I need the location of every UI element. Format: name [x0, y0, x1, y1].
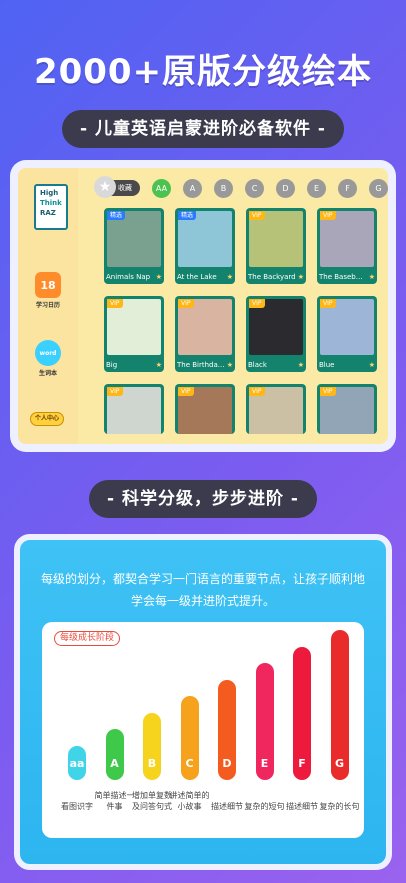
wordbook-icon: word	[35, 340, 61, 366]
level-tab-a[interactable]: A	[183, 178, 202, 198]
book-card[interactable]: VIP	[175, 384, 235, 434]
level-tab-f[interactable]: F	[338, 178, 357, 198]
star-icon: ★	[155, 273, 162, 281]
subtitle-badge-1: - 儿童英语启蒙进阶必备软件 -	[62, 110, 344, 148]
star-icon: ★	[368, 273, 375, 281]
calendar-label: 学习日历	[35, 302, 60, 309]
bar-description: 简单描述一件事	[94, 791, 135, 811]
vip-badge: VIP	[320, 299, 336, 308]
logo-line-2: Think	[40, 199, 62, 207]
book-card[interactable]: 精选 At the Lake ★	[175, 208, 235, 284]
book-card[interactable]: VIP	[104, 384, 164, 434]
bar-letter: C	[185, 757, 194, 770]
bar-d: D	[218, 679, 236, 780]
bar-aa: aa	[68, 746, 86, 780]
book-card[interactable]: VIP The Birthda... ★	[175, 296, 235, 372]
bar-description: 讲述简单的小故事	[169, 791, 210, 811]
bar-letter: B	[147, 757, 157, 770]
book-grid: 精选 Animals Nap ★ 精选 At the Lake ★ VIP The Backy…	[104, 208, 388, 434]
bar-description: 描述细节	[286, 802, 318, 811]
star-icon: ★	[226, 273, 233, 281]
book-title: Black	[248, 361, 267, 369]
level-tabs: AA A B C D E F G	[140, 178, 388, 198]
bar-letter: G	[334, 757, 345, 770]
level-tab-c[interactable]: C	[245, 178, 264, 198]
subtitle-badge-2: - 科学分级，步步进阶 -	[89, 480, 317, 518]
bar-c: C	[180, 696, 199, 780]
level-chart-card: 每级成长阶段 aa 看图识字 A 简单描述一件事 B 增加单复数及问答句式 C 讲述简单的小故…	[42, 622, 364, 838]
level-tab-b[interactable]: B	[214, 178, 233, 198]
star-icon: ★	[226, 361, 233, 369]
levels-panel: 每级的划分，都契合学习一门语言的重要节点，让孩子顺利地学会每一级并进阶式提升。 …	[14, 534, 392, 870]
level-bar: ★ 收藏 AA A B C D E F G	[94, 176, 388, 198]
book-card[interactable]: VIP The Baseball... ★	[317, 208, 377, 284]
book-title: Animals Nap	[106, 273, 151, 281]
logo-line-1: High	[40, 189, 59, 197]
bar-description: 看图识字	[61, 802, 93, 811]
bar-b: B	[143, 712, 161, 780]
book-card[interactable]: VIP	[246, 384, 306, 434]
level-tab-g[interactable]: G	[369, 178, 388, 198]
vip-badge: VIP	[107, 299, 123, 308]
bar-letter: D	[222, 757, 232, 770]
book-card[interactable]: VIP Black ★	[246, 296, 306, 372]
app-logo: High Think RAZ	[34, 184, 68, 230]
bar-letter: A	[110, 757, 119, 770]
favorites-label: 收藏	[118, 184, 132, 192]
levels-description: 每级的划分，都契合学习一门语言的重要节点，让孩子顺利地学会每一级并进阶式提升。	[40, 572, 365, 608]
vip-badge: VIP	[320, 211, 336, 220]
bar-description: 描述细节	[211, 802, 243, 811]
headline: 2000+原版分级绘本	[33, 52, 373, 92]
vip-badge: VIP	[107, 387, 123, 396]
bar-letter: F	[298, 757, 306, 770]
wordbook-button[interactable]: word 生词本	[32, 340, 64, 377]
vip-badge: VIP	[249, 387, 265, 396]
bar-letter: aa	[69, 757, 85, 770]
book-card[interactable]: VIP Big ★	[104, 296, 164, 372]
featured-badge: 精选	[107, 211, 126, 220]
calendar-icon: 18	[35, 272, 61, 298]
bar-f: F	[293, 646, 311, 780]
favorites-button[interactable]: ★ 收藏	[94, 176, 140, 198]
bar-g: G	[330, 630, 349, 780]
book-title: Blue	[319, 361, 335, 369]
book-card[interactable]: VIP The Backyard ★	[246, 208, 306, 284]
level-tab-e[interactable]: E	[307, 178, 326, 198]
star-icon: ★	[155, 361, 162, 369]
book-title: The Baseball...	[319, 273, 367, 281]
vip-badge: VIP	[178, 299, 194, 308]
book-title: At the Lake	[177, 273, 217, 281]
star-icon: ★	[368, 361, 375, 369]
app-screenshot-frame: High Think RAZ 18 学习日历 word 生词本 个人中心 ★ 收…	[10, 160, 396, 452]
star-icon: ★	[297, 273, 304, 281]
bar-description: 复杂的短句	[244, 802, 285, 811]
book-card[interactable]: VIP Blue ★	[317, 296, 377, 372]
bar-a: A	[105, 729, 124, 780]
profile-button[interactable]: 个人中心	[30, 412, 64, 426]
book-title: The Birthda...	[177, 361, 225, 369]
app-screen: High Think RAZ 18 学习日历 word 生词本 个人中心 ★ 收…	[18, 168, 388, 444]
vip-badge: VIP	[249, 211, 265, 220]
book-title: The Backyard	[248, 273, 296, 281]
star-icon: ★	[94, 176, 116, 198]
bar-e: E	[255, 663, 274, 780]
left-rail: High Think RAZ 18 学习日历 word 生词本 个人中心	[18, 168, 78, 444]
vip-badge: VIP	[249, 299, 265, 308]
level-tab-d[interactable]: D	[276, 178, 295, 198]
calendar-button[interactable]: 18 学习日历	[32, 272, 64, 309]
vip-badge: VIP	[320, 387, 336, 396]
bar-description: 增加单复数及问答句式	[132, 791, 172, 811]
star-icon: ★	[297, 361, 304, 369]
logo-line-3: RAZ	[40, 209, 56, 217]
bar-description: 复杂的长句	[319, 802, 360, 811]
featured-badge: 精选	[178, 211, 197, 220]
wordbook-label: 生词本	[38, 370, 57, 377]
level-bar-chart: aa 看图识字 A 简单描述一件事 B 增加单复数及问答句式 C 讲述简单的小故事 D 描述细节 E…	[52, 630, 360, 811]
bar-letter: E	[260, 757, 269, 770]
book-card[interactable]: VIP	[317, 384, 377, 434]
book-title: Big	[106, 361, 118, 369]
book-card[interactable]: 精选 Animals Nap ★	[104, 208, 164, 284]
level-tab-aa[interactable]: AA	[152, 178, 171, 198]
vip-badge: VIP	[178, 387, 194, 396]
